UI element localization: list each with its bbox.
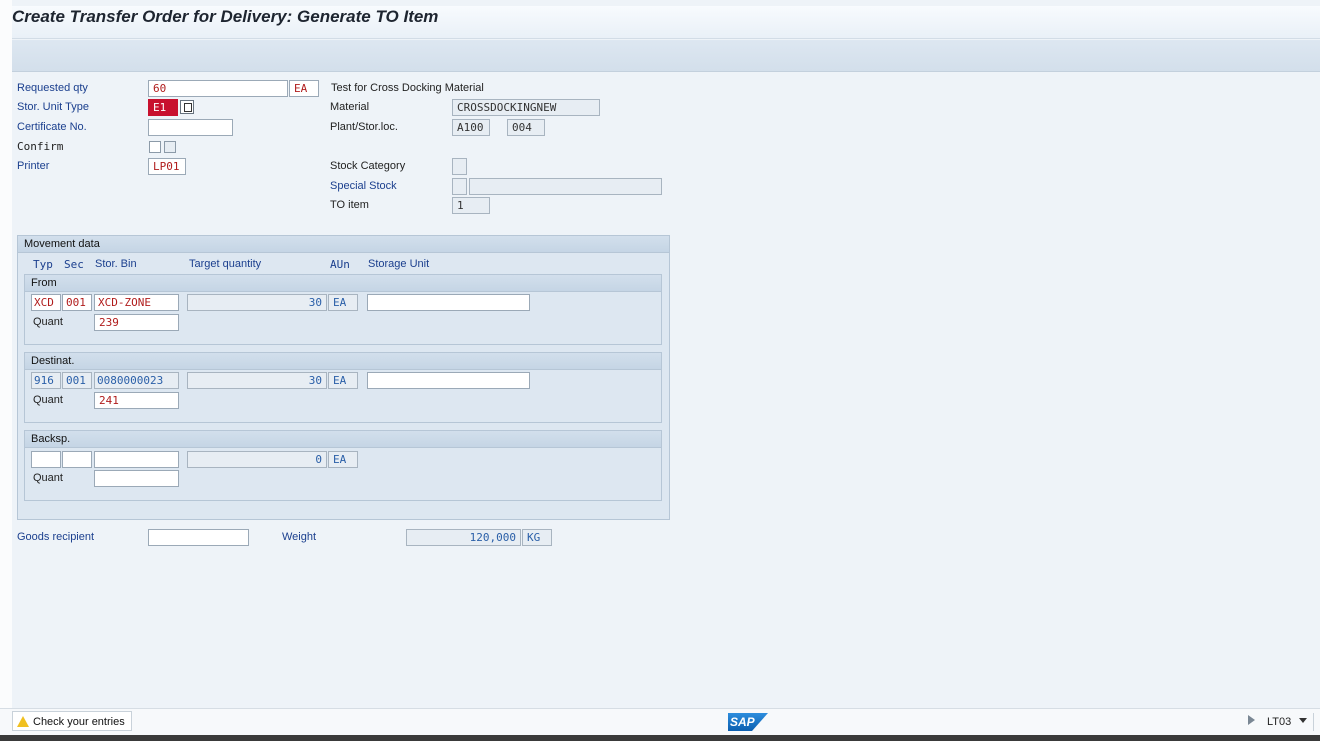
to-item-field: 1 — [452, 197, 490, 214]
warning-icon — [17, 716, 29, 727]
printer-input[interactable]: LP01 — [148, 158, 186, 175]
backsp-typ-input[interactable] — [31, 451, 61, 468]
special-stock-label: Special Stock — [330, 180, 397, 192]
col-typ: Typ — [33, 258, 53, 271]
stor-loc-field: 004 — [507, 119, 545, 136]
to-item-label: TO item — [330, 199, 369, 211]
from-target-qty-field: 30 — [187, 294, 327, 311]
backsp-quant-input[interactable] — [94, 470, 179, 487]
stor-unit-type-input[interactable]: E1 — [148, 99, 178, 116]
plant-field: A100 — [452, 119, 490, 136]
status-bar — [0, 708, 1320, 735]
col-stor-bin: Stor. Bin — [95, 258, 137, 270]
play-icon[interactable] — [1248, 715, 1255, 725]
plant-stor-loc-label: Plant/Stor.loc. — [330, 121, 398, 133]
from-quant-label: Quant — [33, 316, 63, 328]
goods-recipient-input[interactable] — [148, 529, 249, 546]
confirm-label: Confirm — [17, 140, 64, 153]
weight-label: Weight — [282, 531, 317, 543]
window-edge — [0, 0, 12, 741]
dest-aun-field: EA — [328, 372, 358, 389]
status-divider — [1313, 713, 1314, 731]
backsp-title: Backsp. — [25, 431, 661, 448]
special-stock-field — [452, 178, 467, 195]
col-target-quantity: Target quantity — [189, 258, 262, 270]
confirm-checkbox[interactable] — [149, 141, 161, 153]
dest-quant-input[interactable]: 241 — [94, 392, 179, 409]
col-storage-unit: Storage Unit — [368, 258, 430, 270]
special-stock-number-field — [469, 178, 662, 195]
taskbar-strip — [0, 735, 1320, 741]
from-bin-input[interactable]: XCD-ZONE — [94, 294, 179, 311]
col-sec: Sec — [64, 258, 84, 271]
certificate-no-input[interactable] — [148, 119, 233, 136]
weight-unit-field: KG — [522, 529, 552, 546]
requested-qty-unit[interactable]: EA — [289, 80, 319, 97]
dest-typ-field: 916 — [31, 372, 61, 389]
from-title: From — [25, 275, 661, 292]
material-label: Material — [330, 101, 370, 113]
dest-sec-field: 001 — [62, 372, 92, 389]
backsp-bin-input[interactable] — [94, 451, 179, 468]
backsp-sec-input[interactable] — [62, 451, 92, 468]
dest-bin-field: 0080000023 — [94, 372, 179, 389]
dest-quant-label: Quant — [33, 394, 63, 406]
dest-target-qty-field: 30 — [187, 372, 327, 389]
certificate-no-label: Certificate No. — [17, 121, 87, 133]
goods-recipient-label: Goods recipient — [17, 531, 95, 543]
backsp-target-qty-field: 0 — [187, 451, 327, 468]
backsp-quant-label: Quant — [33, 472, 63, 484]
requested-qty-input[interactable]: 60 — [148, 80, 288, 97]
from-typ-input[interactable]: XCD — [31, 294, 61, 311]
stock-category-field — [452, 158, 467, 175]
page-title: Create Transfer Order for Delivery: Gene… — [12, 7, 439, 26]
requested-qty-label: Requested qty — [17, 82, 88, 94]
material-field: CROSSDOCKINGNEW — [452, 99, 600, 116]
destination-title: Destinat. — [25, 353, 661, 370]
status-message[interactable]: Check your entries — [12, 711, 132, 731]
from-aun-field: EA — [328, 294, 358, 311]
printer-label: Printer — [17, 160, 50, 172]
dest-storage-unit-input[interactable] — [367, 372, 530, 389]
confirm-checkbox-2[interactable] — [164, 141, 176, 153]
transaction-code[interactable]: LT03 — [1267, 716, 1291, 728]
from-quant-input[interactable]: 239 — [94, 314, 179, 331]
value-help-icon[interactable] — [180, 100, 194, 114]
weight-field: 120,000 — [406, 529, 521, 546]
backsp-aun-field: EA — [328, 451, 358, 468]
col-aun: AUn — [330, 258, 350, 271]
stock-category-label: Stock Category — [330, 160, 406, 172]
from-sec-input[interactable]: 001 — [62, 294, 92, 311]
status-message-text: Check your entries — [33, 716, 125, 728]
from-storage-unit-input[interactable] — [367, 294, 530, 311]
material-description: Test for Cross Docking Material — [331, 82, 484, 94]
application-toolbar — [12, 40, 1320, 72]
chevron-down-icon[interactable] — [1299, 718, 1307, 723]
stor-unit-type-label: Stor. Unit Type — [17, 101, 89, 113]
movement-data-title: Movement data — [18, 236, 669, 253]
